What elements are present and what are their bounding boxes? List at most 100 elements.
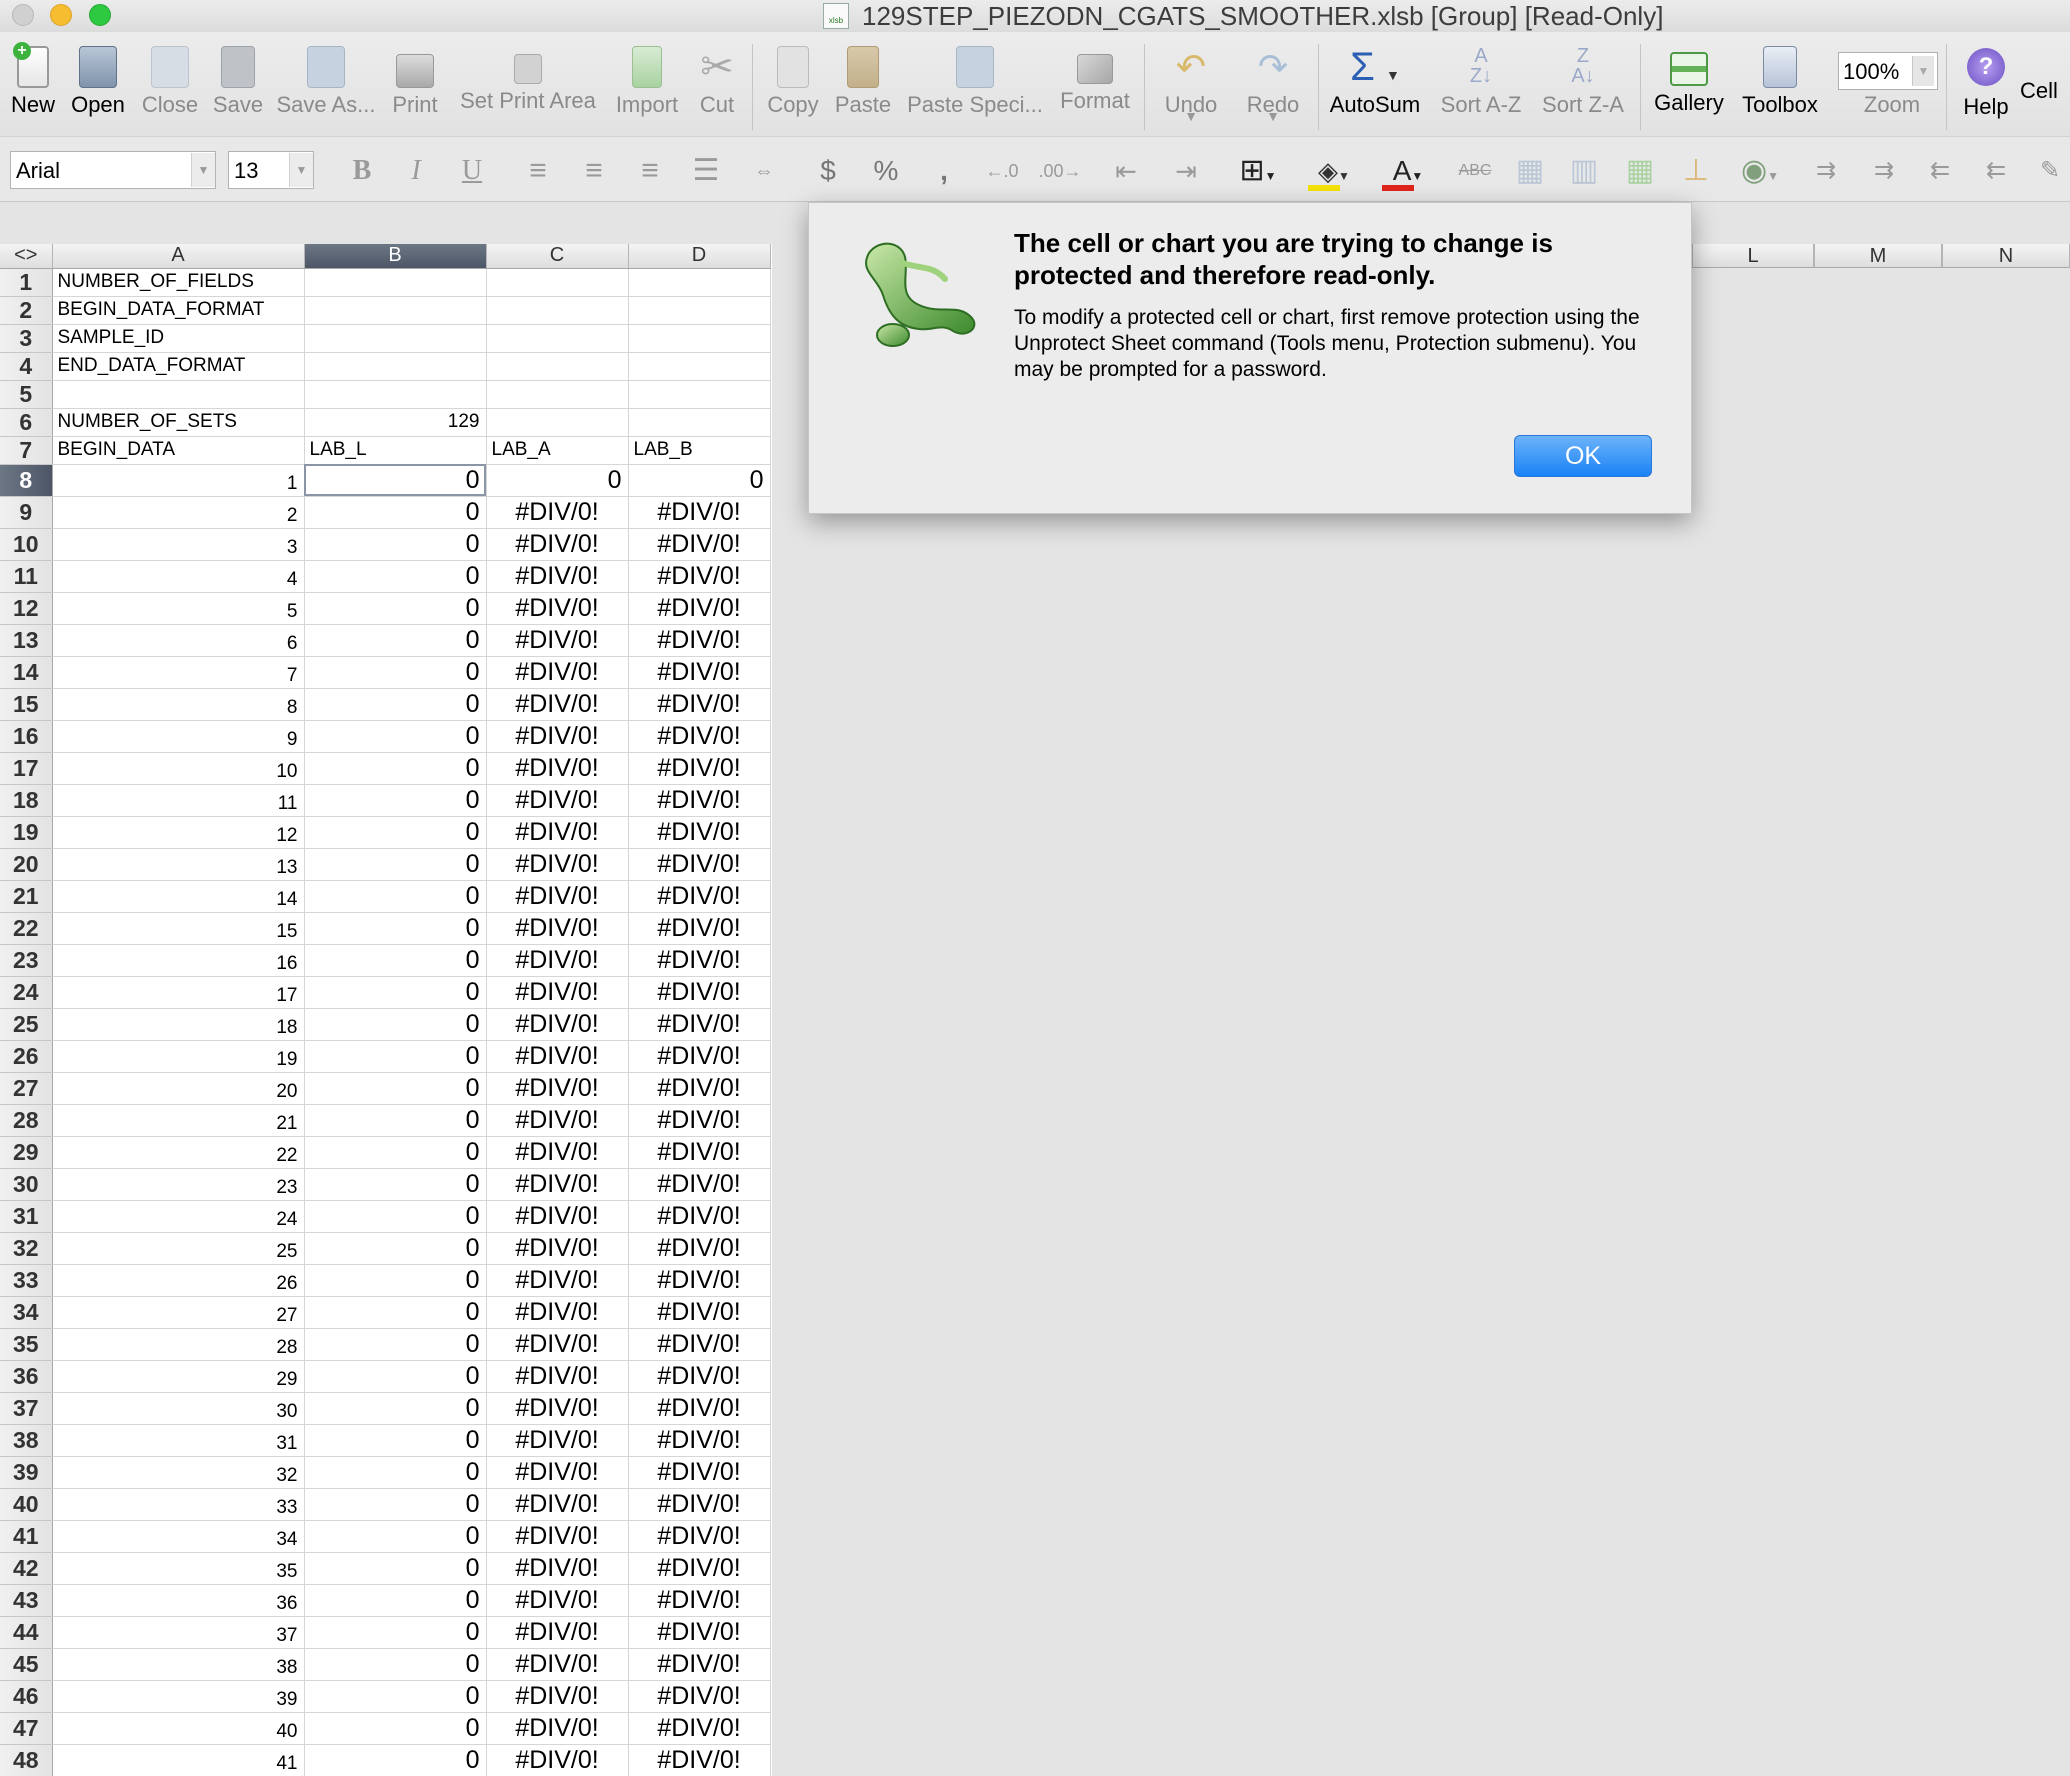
row-header[interactable]: 22: [0, 912, 53, 945]
zoom-dropdown-icon[interactable]: ▼: [1912, 56, 1934, 86]
open-button[interactable]: Open: [66, 46, 130, 118]
sort-ascending-button[interactable]: A Z↓ Sort A-Z: [1434, 46, 1528, 118]
set-print-area-button[interactable]: Set Print Area: [452, 46, 604, 114]
cell[interactable]: #DIV/0!: [628, 688, 771, 721]
cell[interactable]: 17: [52, 976, 305, 1009]
decrease-indent-icon[interactable]: ⇤: [1104, 153, 1148, 189]
insert-row-icon[interactable]: ▦: [1510, 153, 1550, 189]
row-header[interactable]: 19: [0, 816, 53, 849]
cell[interactable]: #DIV/0!: [486, 1680, 629, 1713]
cell[interactable]: 25: [52, 1232, 305, 1265]
cell[interactable]: [304, 380, 487, 409]
cell[interactable]: #DIV/0!: [486, 688, 629, 721]
cell[interactable]: #DIV/0!: [628, 880, 771, 913]
column-header-n[interactable]: N: [1942, 244, 2070, 268]
cell[interactable]: #DIV/0!: [628, 784, 771, 817]
decrease-decimal-icon[interactable]: .00→: [1036, 153, 1084, 189]
ok-button[interactable]: OK: [1514, 435, 1652, 477]
table-icon[interactable]: ▦: [1620, 153, 1660, 189]
cell[interactable]: #DIV/0!: [486, 784, 629, 817]
cell[interactable]: [486, 268, 629, 297]
cell[interactable]: 0: [304, 1584, 487, 1617]
row-header[interactable]: 34: [0, 1296, 53, 1329]
row-header[interactable]: 28: [0, 1104, 53, 1137]
help-button[interactable]: ? Help: [1954, 46, 2018, 120]
align-right-icon[interactable]: ≡: [628, 153, 672, 189]
cell[interactable]: [486, 380, 629, 409]
redo-button[interactable]: ↷ ▼ Redo: [1234, 46, 1312, 124]
cell[interactable]: LAB_B: [628, 436, 771, 465]
cell[interactable]: #DIV/0!: [486, 976, 629, 1009]
cell[interactable]: [52, 380, 305, 409]
cell[interactable]: #DIV/0!: [486, 1744, 629, 1776]
cell[interactable]: #DIV/0!: [628, 1488, 771, 1521]
cell[interactable]: 22: [52, 1136, 305, 1169]
row-header[interactable]: 44: [0, 1616, 53, 1649]
cell[interactable]: 0: [304, 1264, 487, 1297]
cell[interactable]: [304, 296, 487, 325]
row-header[interactable]: 5: [0, 380, 53, 409]
cell[interactable]: 15: [52, 912, 305, 945]
cell[interactable]: #DIV/0!: [628, 1744, 771, 1776]
cell[interactable]: #DIV/0!: [486, 816, 629, 849]
cell[interactable]: #DIV/0!: [486, 912, 629, 945]
row-header[interactable]: 35: [0, 1328, 53, 1361]
row-header[interactable]: 20: [0, 848, 53, 881]
cell[interactable]: 0: [304, 1392, 487, 1425]
row-header[interactable]: 3: [0, 324, 53, 353]
cell[interactable]: #DIV/0!: [628, 656, 771, 689]
underline-button[interactable]: U: [450, 153, 494, 189]
cell[interactable]: 0: [304, 1168, 487, 1201]
cell[interactable]: #DIV/0!: [628, 1328, 771, 1361]
row-header[interactable]: 8: [0, 464, 53, 497]
cell[interactable]: 3: [52, 528, 305, 561]
cell[interactable]: 0: [304, 528, 487, 561]
row-header[interactable]: 26: [0, 1040, 53, 1073]
cell[interactable]: 26: [52, 1264, 305, 1297]
sort-descending-button[interactable]: Z A↓ Sort Z-A: [1536, 46, 1630, 118]
row-header[interactable]: 17: [0, 752, 53, 785]
cell[interactable]: 37: [52, 1616, 305, 1649]
cell[interactable]: 21: [52, 1104, 305, 1137]
row-header[interactable]: 14: [0, 656, 53, 689]
cell[interactable]: 11: [52, 784, 305, 817]
cell[interactable]: #DIV/0!: [628, 1456, 771, 1489]
cell[interactable]: 33: [52, 1488, 305, 1521]
cell[interactable]: #DIV/0!: [628, 1168, 771, 1201]
font-color-icon[interactable]: A▼: [1378, 153, 1438, 191]
cell[interactable]: #DIV/0!: [628, 1552, 771, 1585]
cell[interactable]: #DIV/0!: [628, 1680, 771, 1713]
cell[interactable]: [304, 268, 487, 297]
cell[interactable]: 10: [52, 752, 305, 785]
remove-arrows-icon[interactable]: ⇇: [1920, 153, 1960, 189]
row-header[interactable]: 27: [0, 1072, 53, 1105]
copy-button[interactable]: Copy: [762, 46, 824, 118]
cell[interactable]: #DIV/0!: [628, 1232, 771, 1265]
row-header[interactable]: 12: [0, 592, 53, 625]
cell[interactable]: 27: [52, 1296, 305, 1329]
undo-button[interactable]: ↶ ▼ Undo: [1152, 46, 1230, 124]
cell[interactable]: 0: [304, 816, 487, 849]
row-header[interactable]: 21: [0, 880, 53, 913]
column-header-d[interactable]: D: [628, 244, 771, 269]
cell[interactable]: 0: [628, 464, 771, 497]
cell[interactable]: #DIV/0!: [628, 1136, 771, 1169]
cell[interactable]: #DIV/0!: [628, 1104, 771, 1137]
cell[interactable]: 0: [304, 720, 487, 753]
cell[interactable]: #DIV/0!: [486, 1584, 629, 1617]
cell[interactable]: END_DATA_FORMAT: [52, 352, 305, 381]
cell[interactable]: #DIV/0!: [628, 720, 771, 753]
gallery-button[interactable]: Gallery: [1650, 46, 1728, 116]
cell[interactable]: #DIV/0!: [486, 1360, 629, 1393]
font-name-select[interactable]: Arial ▼: [10, 151, 216, 189]
row-header[interactable]: 48: [0, 1744, 53, 1776]
bold-button[interactable]: B: [340, 153, 384, 189]
row-header[interactable]: 18: [0, 784, 53, 817]
row-header[interactable]: 9: [0, 496, 53, 529]
row-header[interactable]: 46: [0, 1680, 53, 1713]
cell[interactable]: #DIV/0!: [486, 624, 629, 657]
cell[interactable]: 0: [304, 1744, 487, 1776]
cell[interactable]: 0: [304, 784, 487, 817]
cell[interactable]: #DIV/0!: [486, 1648, 629, 1681]
cell[interactable]: 18: [52, 1008, 305, 1041]
